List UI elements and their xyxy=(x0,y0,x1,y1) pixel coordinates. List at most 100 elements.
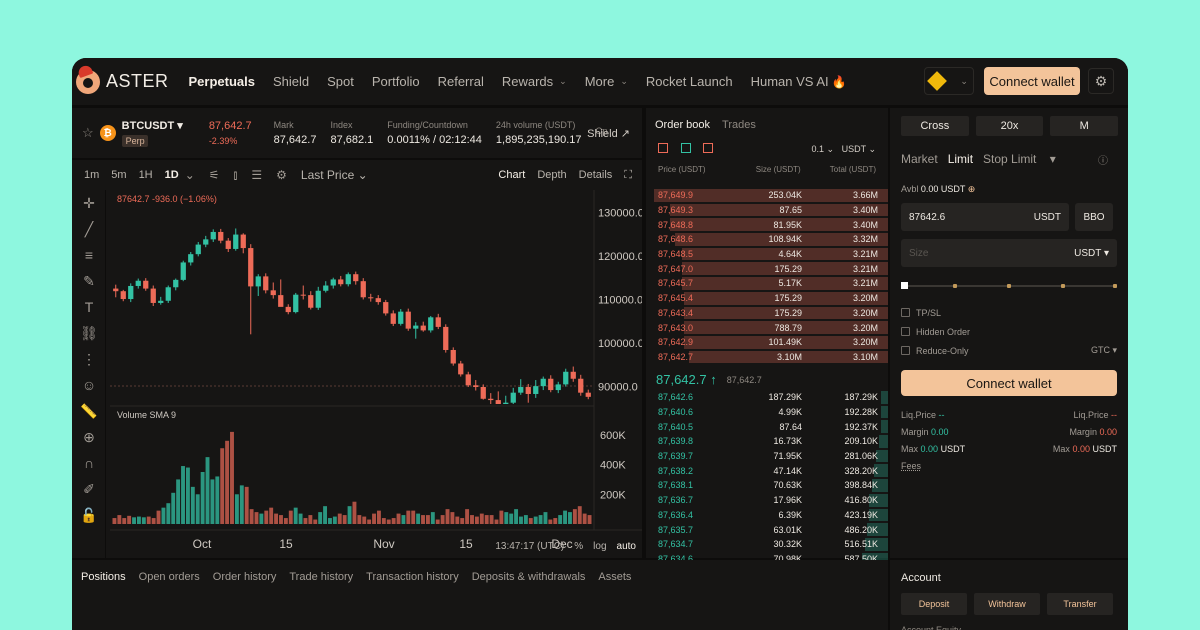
ask-row[interactable]: 87,647.0 175.29 3.21M xyxy=(654,261,888,276)
timeframe-1h[interactable]: 1H xyxy=(139,169,153,181)
bid-row[interactable]: 87,638.2 47.14K 328.20K xyxy=(654,463,888,478)
shield-link[interactable]: Shield ↗ xyxy=(587,127,630,140)
bid-row[interactable]: 87,634.7 30.32K 516.51K xyxy=(654,537,888,552)
add-funds-icon[interactable]: ⊕ xyxy=(968,184,976,194)
bid-row[interactable]: 87,642.6 187.29K 187.29K xyxy=(654,390,888,405)
text-tool-icon[interactable]: T xyxy=(72,294,106,320)
fees-link[interactable]: Fees xyxy=(890,457,1128,471)
chevron-down-icon[interactable]: ⌄ xyxy=(185,168,195,182)
timeframe-1d[interactable]: 1D xyxy=(165,169,179,181)
leverage-button[interactable]: 20x xyxy=(975,116,1044,136)
bid-row[interactable]: 87,636.7 17.96K 416.80K xyxy=(654,493,888,508)
slider-handle[interactable] xyxy=(901,282,908,289)
bid-row[interactable]: 87,640.5 87.64 192.37K xyxy=(654,419,888,434)
ruler-icon[interactable]: 📏 xyxy=(72,398,106,424)
bid-row[interactable]: 87,638.1 70.63K 398.84K xyxy=(654,478,888,493)
trend-line-icon[interactable]: ╱ xyxy=(72,216,106,242)
tab-stop-limit[interactable]: Stop Limit ▾ xyxy=(983,152,1066,166)
view-bids-icon[interactable] xyxy=(680,143,691,153)
indicators-icon[interactable]: ⚟ xyxy=(209,168,220,182)
ask-row[interactable]: 87,648.8 81.95K 3.40M xyxy=(654,217,888,232)
connect-wallet-button[interactable]: Connect wallet xyxy=(984,67,1080,95)
gear-icon[interactable]: ⚙ xyxy=(276,168,287,182)
bid-row[interactable]: 87,635.7 63.01K 486.20K xyxy=(654,522,888,537)
fullscreen-icon[interactable]: ⛶ xyxy=(624,169,632,182)
tab-market[interactable]: Market xyxy=(901,152,938,166)
bid-row[interactable]: 87,636.4 6.39K 423.19K xyxy=(654,508,888,523)
checkbox[interactable] xyxy=(901,327,910,336)
quote-select[interactable]: USDT xyxy=(842,144,866,154)
tab-order-history[interactable]: Order history xyxy=(213,571,277,583)
ask-row[interactable]: 87,645.4 175.29 3.20M xyxy=(654,291,888,306)
bbo-button[interactable]: BBO xyxy=(1075,203,1113,231)
nav-spot[interactable]: Spot xyxy=(327,74,354,89)
transfer-button[interactable]: Transfer xyxy=(1047,593,1113,615)
nav-human-vs-ai[interactable]: Human VS AI 🔥 xyxy=(751,74,847,89)
list-icon[interactable]: ☰ xyxy=(251,168,262,182)
tab-positions[interactable]: Positions xyxy=(81,571,126,583)
price-input[interactable]: 87642.6 USDT xyxy=(901,203,1069,231)
tab-trades[interactable]: Trades xyxy=(722,119,756,131)
reduce-only-option[interactable]: Reduce-Only GTC ▾ xyxy=(890,341,1128,360)
brush-icon[interactable]: ✎ xyxy=(72,268,106,294)
size-input[interactable]: Size USDT ▾ xyxy=(901,239,1117,267)
magnet-icon[interactable]: ∩ xyxy=(72,450,106,476)
symbol-selector[interactable]: BTCUSDT ▾ Perp xyxy=(121,119,183,147)
asset-mode-button[interactable]: M xyxy=(1050,116,1119,136)
candle-type-icon[interactable]: ⫾ xyxy=(234,168,238,183)
hidden-order-option[interactable]: Hidden Order xyxy=(890,322,1128,341)
auto-toggle[interactable]: auto xyxy=(617,541,636,552)
favorite-star-icon[interactable]: ☆ xyxy=(82,125,94,141)
chain-selector[interactable]: ⌄ xyxy=(924,67,974,95)
bid-row[interactable]: 87,639.7 71.95K 281.06K xyxy=(654,449,888,464)
price-source-select[interactable]: Last Price ⌄ xyxy=(301,168,368,182)
nav-referral[interactable]: Referral xyxy=(438,74,484,89)
tab-transaction-history[interactable]: Transaction history xyxy=(366,571,459,583)
view-both-icon[interactable] xyxy=(658,143,668,153)
checkbox[interactable] xyxy=(901,308,910,317)
horizontal-lines-icon[interactable]: ≡ xyxy=(72,242,106,268)
size-slider[interactable] xyxy=(901,281,1117,291)
view-asks-icon[interactable] xyxy=(703,143,714,153)
margin-mode-button[interactable]: Cross xyxy=(901,116,969,136)
measure-lines-icon[interactable]: ⋮ xyxy=(72,346,106,372)
nav-rewards[interactable]: Rewards ⌄ xyxy=(502,74,567,89)
pattern-icon[interactable]: ⛓ xyxy=(72,320,106,346)
tab-order-book[interactable]: Order book xyxy=(655,119,710,131)
zoom-in-icon[interactable]: ⊕ xyxy=(72,424,106,450)
timeframe-1m[interactable]: 1m xyxy=(84,169,99,181)
ask-row[interactable]: 87,642.9 101.49K 3.20M xyxy=(654,335,888,350)
tab-trade-history[interactable]: Trade history xyxy=(289,571,353,583)
settings-button[interactable]: ⚙ xyxy=(1088,68,1114,94)
tab-deposits-withdrawals[interactable]: Deposits & withdrawals xyxy=(472,571,586,583)
withdraw-button[interactable]: Withdraw xyxy=(974,593,1040,615)
view-details[interactable]: Details xyxy=(579,169,613,182)
tab-limit[interactable]: Limit xyxy=(948,152,973,166)
emoji-icon[interactable]: ☺ xyxy=(72,372,106,398)
nav-more[interactable]: More ⌄ xyxy=(585,74,628,89)
bid-row[interactable]: 87,639.8 16.73K 209.10K xyxy=(654,434,888,449)
size-unit-select[interactable]: USDT ▾ xyxy=(1074,248,1109,259)
time-in-force-select[interactable]: GTC ▾ xyxy=(1091,345,1117,356)
percent-toggle[interactable]: % xyxy=(574,541,583,552)
tpsl-option[interactable]: TP/SL xyxy=(890,303,1128,322)
ask-row[interactable]: 87,648.5 4.64K 3.21M xyxy=(654,247,888,262)
tab-assets[interactable]: Assets xyxy=(598,571,631,583)
candlestick-chart[interactable]: 130000.0 120000.0 110000.0 100000.0 90000.0 6… xyxy=(110,190,644,558)
ask-row[interactable]: 87,643.4 175.29 3.20M xyxy=(654,306,888,321)
ask-row[interactable]: 87,649.9 253.04K 3.66M xyxy=(654,188,888,203)
nav-perpetuals[interactable]: Perpetuals xyxy=(189,74,255,89)
tab-open-orders[interactable]: Open orders xyxy=(139,571,200,583)
deposit-button[interactable]: Deposit xyxy=(901,593,967,615)
tick-size-select[interactable]: 0.1 xyxy=(812,144,825,154)
view-depth[interactable]: Depth xyxy=(537,169,566,182)
nav-rocket-launch[interactable]: Rocket Launch xyxy=(646,74,733,89)
logo[interactable]: ASTER xyxy=(76,69,169,94)
info-icon[interactable]: ⓘ xyxy=(1098,152,1108,167)
price-chart[interactable]: 130000.0 120000.0 110000.0 100000.0 90000.0 6… xyxy=(110,190,644,558)
lock-drawing-icon[interactable]: ✐ xyxy=(72,476,106,502)
checkbox[interactable] xyxy=(901,346,910,355)
nav-portfolio[interactable]: Portfolio xyxy=(372,74,420,89)
ask-row[interactable]: 87,642.7 3.10M 3.10M xyxy=(654,350,888,365)
ask-row[interactable]: 87,645.7 5.17K 3.21M xyxy=(654,276,888,291)
